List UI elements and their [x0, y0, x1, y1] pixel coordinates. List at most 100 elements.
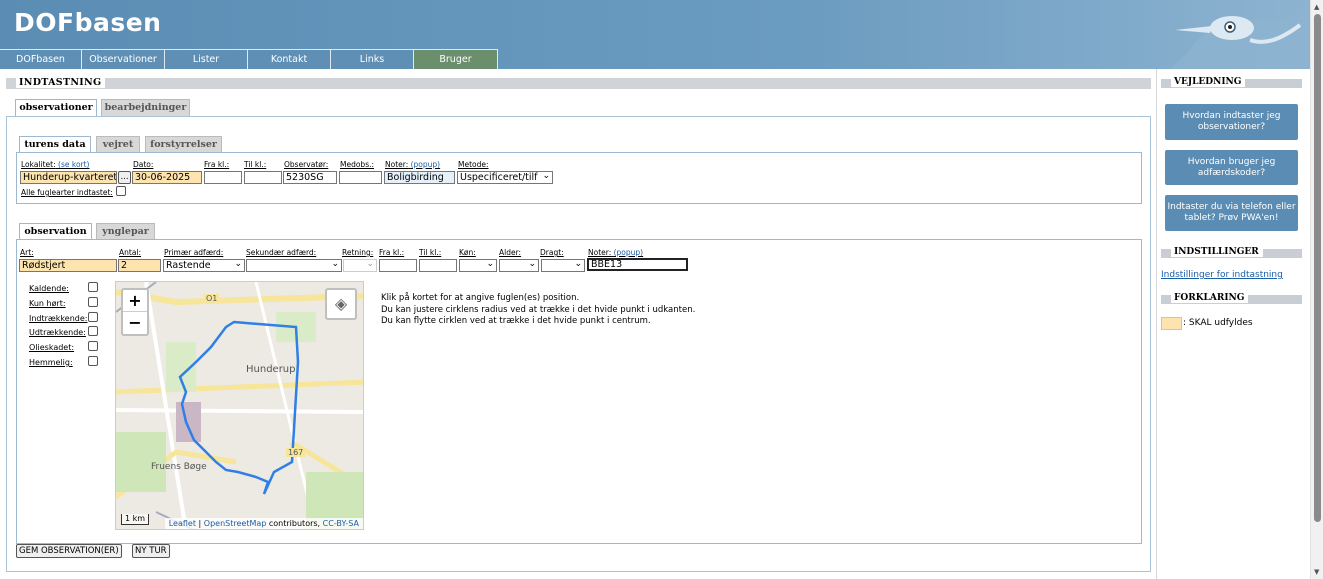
dragt-select[interactable]: ⌄: [541, 259, 585, 272]
main-nav: DOFbasen Observationer Lister Kontakt Li…: [0, 49, 498, 69]
tab-bearbejdninger[interactable]: bearbejdninger: [101, 99, 190, 116]
layers-icon[interactable]: ◈: [325, 288, 357, 320]
flag-hemmelig-checkbox[interactable]: [88, 356, 98, 366]
chevron-down-icon: ⌄: [528, 259, 536, 269]
map-scale: 1 km: [121, 514, 150, 525]
guide-heading: VEJLEDNING: [1161, 77, 1302, 88]
lokalitet-picker-button[interactable]: ...: [118, 171, 131, 184]
metode-select[interactable]: Uspecificeret/tilf ⌄: [457, 171, 553, 184]
sekundaer-select[interactable]: ⌄: [246, 259, 342, 272]
chevron-down-icon: ⌄: [234, 259, 242, 269]
medobs-label: Medobs.:: [340, 160, 375, 169]
guide-button-behaviour-codes[interactable]: Hvordan bruger jeg adfærdskoder?: [1165, 150, 1298, 185]
alle-fuglearter-label: Alle fuglearter indtastet:: [21, 188, 113, 197]
site-logo[interactable]: DOFbasen: [14, 8, 161, 37]
sekundaer-label: Sekundær adfærd:: [246, 248, 317, 257]
guide-button-pwa[interactable]: Indtaster du via telefon eller tablet? P…: [1165, 195, 1298, 231]
flag-kun-hort-label: Kun hørt:: [29, 299, 66, 308]
retning-select[interactable]: ⌄: [343, 259, 377, 272]
medobs-field[interactable]: [339, 171, 382, 184]
tab-observationer[interactable]: observationer: [15, 99, 97, 116]
noter-label: Noter: (popup): [385, 160, 441, 169]
obs-noter-label: Noter: (popup): [588, 248, 644, 257]
nav-kontakt[interactable]: Kontakt: [248, 49, 331, 69]
dato-field[interactable]: 30-06-2025: [132, 171, 202, 184]
map-help-line: Klik på kortet for at angive fuglen(es) …: [381, 293, 580, 303]
flag-olieskadet-checkbox[interactable]: [88, 341, 98, 351]
art-field[interactable]: Rødstjert: [19, 259, 117, 272]
trip-noter-field[interactable]: Boligbirding: [384, 171, 455, 184]
guide-button-observations[interactable]: Hvordan indtaster jeg observationer?: [1165, 104, 1298, 140]
map-road-167: 167: [286, 448, 306, 457]
tab-vejret[interactable]: vejret: [96, 136, 140, 153]
lokalitet-field[interactable]: Hunderup-kvarteret,: [20, 171, 117, 184]
nav-lister[interactable]: Lister: [165, 49, 248, 69]
flag-olieskadet-label: Olieskadet:: [29, 343, 75, 352]
bird-logo-icon: [1170, 0, 1310, 69]
trip-tilkl-field[interactable]: [244, 171, 282, 184]
map-help-line: Du kan flytte cirklen ved at trække i de…: [381, 316, 651, 326]
zoom-out-button[interactable]: −: [123, 312, 147, 334]
alder-select[interactable]: ⌄: [499, 259, 539, 272]
chevron-down-icon: ⌄: [486, 259, 494, 269]
legend-swatch: [1161, 317, 1182, 330]
trip-frakl-field[interactable]: [204, 171, 242, 184]
guide-title: VEJLEDNING: [1171, 77, 1246, 87]
observation-map[interactable]: Hunderup Fruens Bøge O1 167 + − ◈ 1 km L…: [115, 281, 364, 530]
flag-indtraekkende-checkbox[interactable]: [88, 312, 98, 322]
scroll-down-icon[interactable]: ▼: [1314, 568, 1319, 576]
zoom-in-button[interactable]: +: [123, 290, 147, 312]
obs-noter-field[interactable]: BBE13: [587, 258, 688, 271]
flag-indtraekkende-label: Indtrækkende:: [29, 314, 88, 323]
antal-field[interactable]: 2: [118, 259, 161, 272]
obs-noter-popup-link[interactable]: (popup): [614, 248, 643, 257]
primaer-select[interactable]: Rastende ⌄: [163, 259, 245, 272]
map-road-o1: O1: [204, 294, 220, 303]
tab-turens-data[interactable]: turens data: [19, 136, 91, 153]
nav-bruger[interactable]: Bruger: [414, 49, 498, 69]
noter-popup-link[interactable]: (popup): [411, 160, 440, 169]
frakl-label: Fra kl.:: [204, 160, 230, 169]
map-help: Klik på kortet for at angive fuglen(es) …: [381, 293, 695, 328]
site-header: DOFbasen DOFbasen Observationer Lister K…: [0, 0, 1310, 69]
obs-frakl-field[interactable]: [379, 259, 417, 272]
flag-kun-hort-checkbox[interactable]: [88, 297, 98, 307]
obs-tilkl-label: Til kl.:: [419, 248, 442, 257]
attribution-sep: |: [198, 519, 202, 528]
alle-fuglearter-checkbox[interactable]: [116, 186, 126, 196]
map-attribution: Leaflet | OpenStreetMap contributors, CC…: [164, 518, 363, 529]
map-zoom-control: + −: [121, 288, 149, 336]
chevron-down-icon: ⌄: [331, 259, 339, 269]
nav-observationer[interactable]: Observationer: [82, 49, 165, 69]
chevron-down-icon: ⌄: [366, 259, 374, 269]
flag-hemmelig-label: Hemmelig:: [29, 358, 73, 367]
antal-label: Antal:: [119, 248, 142, 257]
leaflet-link[interactable]: Leaflet: [169, 519, 196, 528]
legend-text: : SKAL udfyldes: [1183, 318, 1253, 328]
flag-udtraekkende-checkbox[interactable]: [88, 326, 98, 336]
nav-links[interactable]: Links: [331, 49, 414, 69]
license-link[interactable]: CC-BY-SA: [323, 519, 359, 528]
tab-observation[interactable]: observation: [19, 223, 92, 240]
flag-kaldende-checkbox[interactable]: [88, 282, 98, 292]
obs-tilkl-field[interactable]: [419, 259, 457, 272]
observator-field[interactable]: 5230SG: [283, 171, 337, 184]
page-scrollbar[interactable]: ▲ ▼: [1310, 0, 1323, 579]
settings-link[interactable]: Indstillinger for indtastning: [1161, 270, 1283, 280]
tab-ynglepar[interactable]: ynglepar: [96, 223, 155, 240]
legend-heading: FORKLARING: [1161, 293, 1302, 304]
scroll-thumb[interactable]: [1314, 14, 1321, 522]
flag-udtraekkende-label: Udtrækkende:: [29, 328, 86, 337]
nav-dofbasen[interactable]: DOFbasen: [0, 49, 82, 69]
tab-forstyrrelser[interactable]: forstyrrelser: [145, 136, 222, 153]
osm-link[interactable]: OpenStreetMap: [204, 519, 267, 528]
primaer-label: Primær adfærd:: [164, 248, 224, 257]
kon-label: Køn:: [459, 248, 476, 257]
kon-select[interactable]: ⌄: [459, 259, 497, 272]
map-place-fruens-boge: Fruens Bøge: [151, 462, 207, 472]
new-trip-button[interactable]: NY TUR: [132, 544, 170, 558]
se-kort-link[interactable]: (se kort): [58, 160, 89, 169]
dragt-label: Dragt:: [540, 248, 564, 257]
scroll-up-icon[interactable]: ▲: [1314, 3, 1319, 11]
save-observation-button[interactable]: GEM OBSERVATION(ER): [16, 544, 122, 558]
